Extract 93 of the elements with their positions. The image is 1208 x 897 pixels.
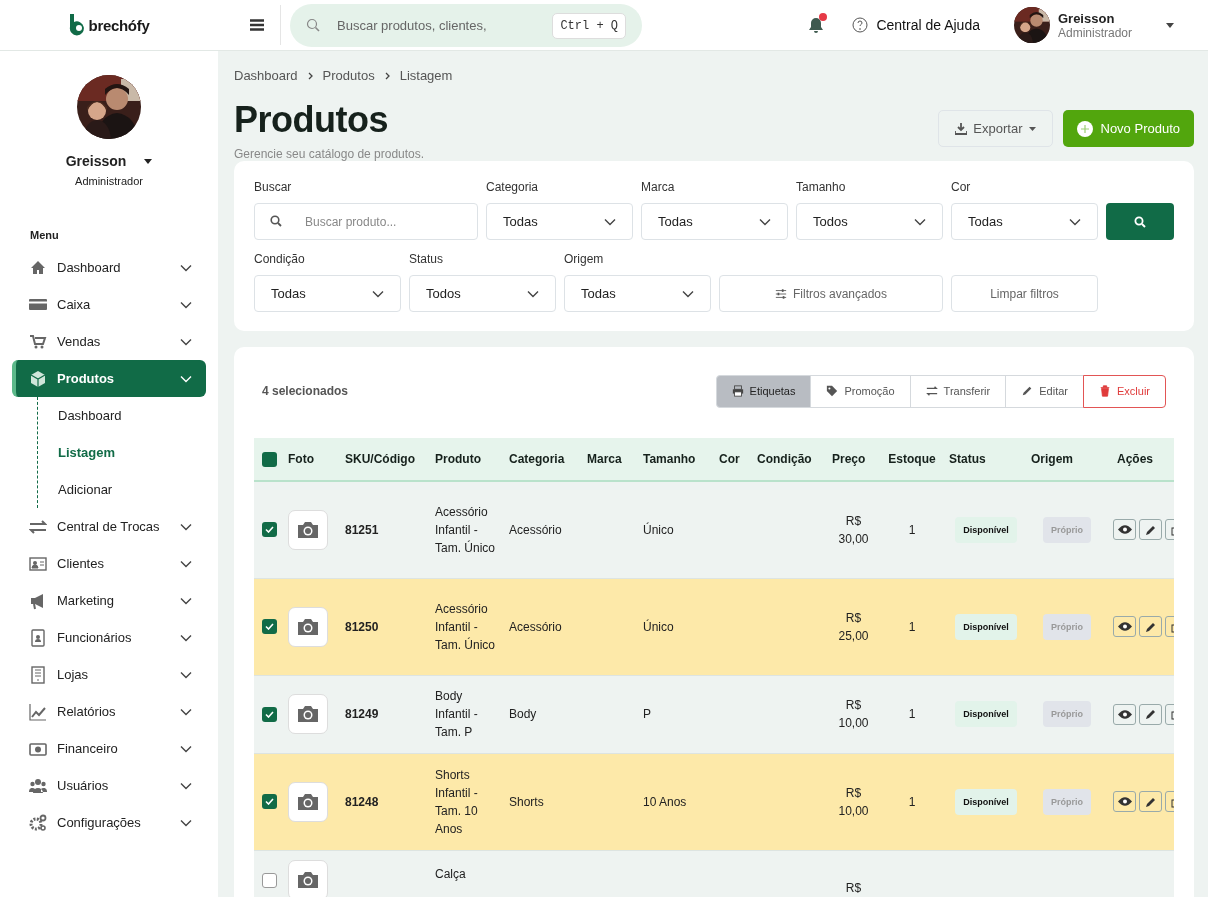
table-cell: 81251 [345, 522, 379, 537]
table-cell: 81248 [345, 794, 379, 809]
user-name: Greisson [1057, 10, 1116, 26]
select-field[interactable]: Todos [796, 203, 943, 240]
table-cell: Acessório Infantil - Tam. Único [435, 601, 496, 652]
select-field[interactable]: Todos [409, 275, 556, 312]
page-subtitle: Gerencie seu catálogo de produtos. [234, 147, 425, 161]
table-cell: 1 [908, 619, 916, 634]
user-role: Administrador [1057, 25, 1132, 40]
select-field[interactable]: Todas [486, 203, 633, 240]
sidebar-item[interactable]: Financeiro [12, 730, 206, 767]
table-cell: Shorts [509, 794, 544, 809]
select-field[interactable]: Todas [254, 275, 401, 312]
status-badge: Disponível [955, 701, 1017, 727]
field-label: Buscar [254, 180, 293, 194]
select-field[interactable]: Todas [564, 275, 711, 312]
shortcut-hint: Ctrl + Q [552, 12, 626, 39]
table-cell: 1 [908, 707, 916, 721]
field-label: Tamanho [796, 180, 847, 194]
origin-badge: Próprio [1043, 613, 1091, 640]
field-label: Status [409, 252, 445, 266]
table-cell: Calça [435, 866, 466, 881]
table-cell: Acessório Infantil - Tam. Único [435, 504, 496, 555]
table-cell: R$ 10,00 [838, 785, 869, 818]
table-cell: Body Infantil - Tam. P [435, 689, 478, 739]
menu-heading: Menu [30, 229, 60, 241]
breadcrumb-link[interactable]: Listagem [399, 68, 453, 83]
search-field[interactable]: Buscar produto... [254, 203, 478, 240]
page-title: Produtos [234, 99, 389, 141]
table-cell: Body [509, 707, 537, 721]
breadcrumb-link[interactable]: Dashboard [234, 68, 298, 83]
status-badge: Disponível [955, 516, 1017, 543]
field-label: Condição [254, 252, 306, 266]
field-label: Cor [951, 180, 972, 194]
filter-button[interactable]: Limpar filtros [951, 275, 1098, 312]
column-header[interactable]: Origem [1031, 452, 1073, 466]
table-cell: 10 Anos [643, 794, 687, 809]
sidebar-item[interactable]: Clientes [12, 545, 206, 582]
column-header[interactable]: Ações [1116, 452, 1153, 466]
table-cell: 1 [908, 794, 916, 809]
profile-role: Administrador [75, 175, 143, 187]
column-header[interactable]: Status [949, 452, 986, 466]
status-badge: Disponível [955, 613, 1017, 640]
field-label: Origem [564, 252, 605, 266]
breadcrumb-link[interactable]: Produtos [322, 68, 375, 83]
table-cell: R$ [845, 880, 862, 895]
sidebar-item[interactable]: Usuários [12, 767, 206, 804]
bulk-action-button[interactable]: Editar [1005, 374, 1084, 408]
sidebar-item[interactable]: Lojas [12, 656, 206, 693]
table-cell: R$ 25,00 [838, 610, 869, 643]
origin-badge: Próprio [1043, 788, 1091, 815]
origin-badge: Próprio [1043, 701, 1091, 727]
table-cell: Único [643, 619, 674, 634]
bulk-action-button[interactable]: Promoção [810, 374, 911, 408]
sidebar-item[interactable]: Central de Trocas [12, 508, 206, 545]
column-header[interactable]: Foto [288, 452, 314, 466]
sidebar-item[interactable]: Produtos [12, 360, 206, 397]
help-link[interactable]: Central de Ajuda [852, 17, 980, 33]
table-cell: 81249 [345, 707, 379, 721]
selection-count: 4 selecionados [262, 384, 349, 398]
sidebar-item[interactable]: Relatórios [12, 693, 206, 730]
submenu-item[interactable]: Adicionar [38, 471, 218, 508]
table-cell: 1 [908, 522, 916, 537]
sidebar-item[interactable]: Marketing [12, 582, 206, 619]
submenu-item[interactable]: Listagem [38, 434, 218, 471]
table-cell: P [643, 707, 651, 721]
table-cell: Acessório [509, 619, 562, 634]
filter-button[interactable]: Filtros avançados [719, 275, 943, 312]
sidebar-item[interactable]: Configurações [12, 804, 206, 841]
bulk-action-button[interactable]: Excluir [1083, 374, 1166, 408]
origin-badge: Próprio [1043, 516, 1091, 543]
status-badge: Disponível [955, 788, 1017, 815]
table-cell: R$ 30,00 [838, 513, 869, 546]
bulk-action-button[interactable]: Transferir [909, 374, 1007, 408]
table-cell: Acessório [509, 522, 562, 537]
select-field[interactable]: Todas [951, 203, 1098, 240]
submenu-item[interactable]: Dashboard [38, 397, 218, 434]
bulk-action-button[interactable]: Etiquetas [715, 374, 812, 408]
column-header[interactable]: Cor [719, 452, 740, 466]
table-cell: R$ 10,00 [838, 698, 869, 730]
table-cell: 81250 [345, 619, 379, 634]
logo-text: brechófy [88, 16, 150, 34]
field-label: Marca [641, 180, 676, 194]
export-button[interactable]: Exportar [938, 110, 1053, 147]
table-cell: Shorts Infantil - Tam. 10 Anos [435, 767, 478, 836]
sidebar-item[interactable]: Dashboard [12, 249, 206, 286]
sidebar-item[interactable]: Funcionários [12, 619, 206, 656]
sidebar-item[interactable]: Caixa [12, 286, 206, 323]
profile-name: Greisson [65, 153, 127, 169]
sidebar-item[interactable]: Vendas [12, 323, 206, 360]
select-field[interactable]: Todas [641, 203, 788, 240]
field-label: Categoria [486, 180, 540, 194]
table-cell: Único [643, 522, 674, 537]
